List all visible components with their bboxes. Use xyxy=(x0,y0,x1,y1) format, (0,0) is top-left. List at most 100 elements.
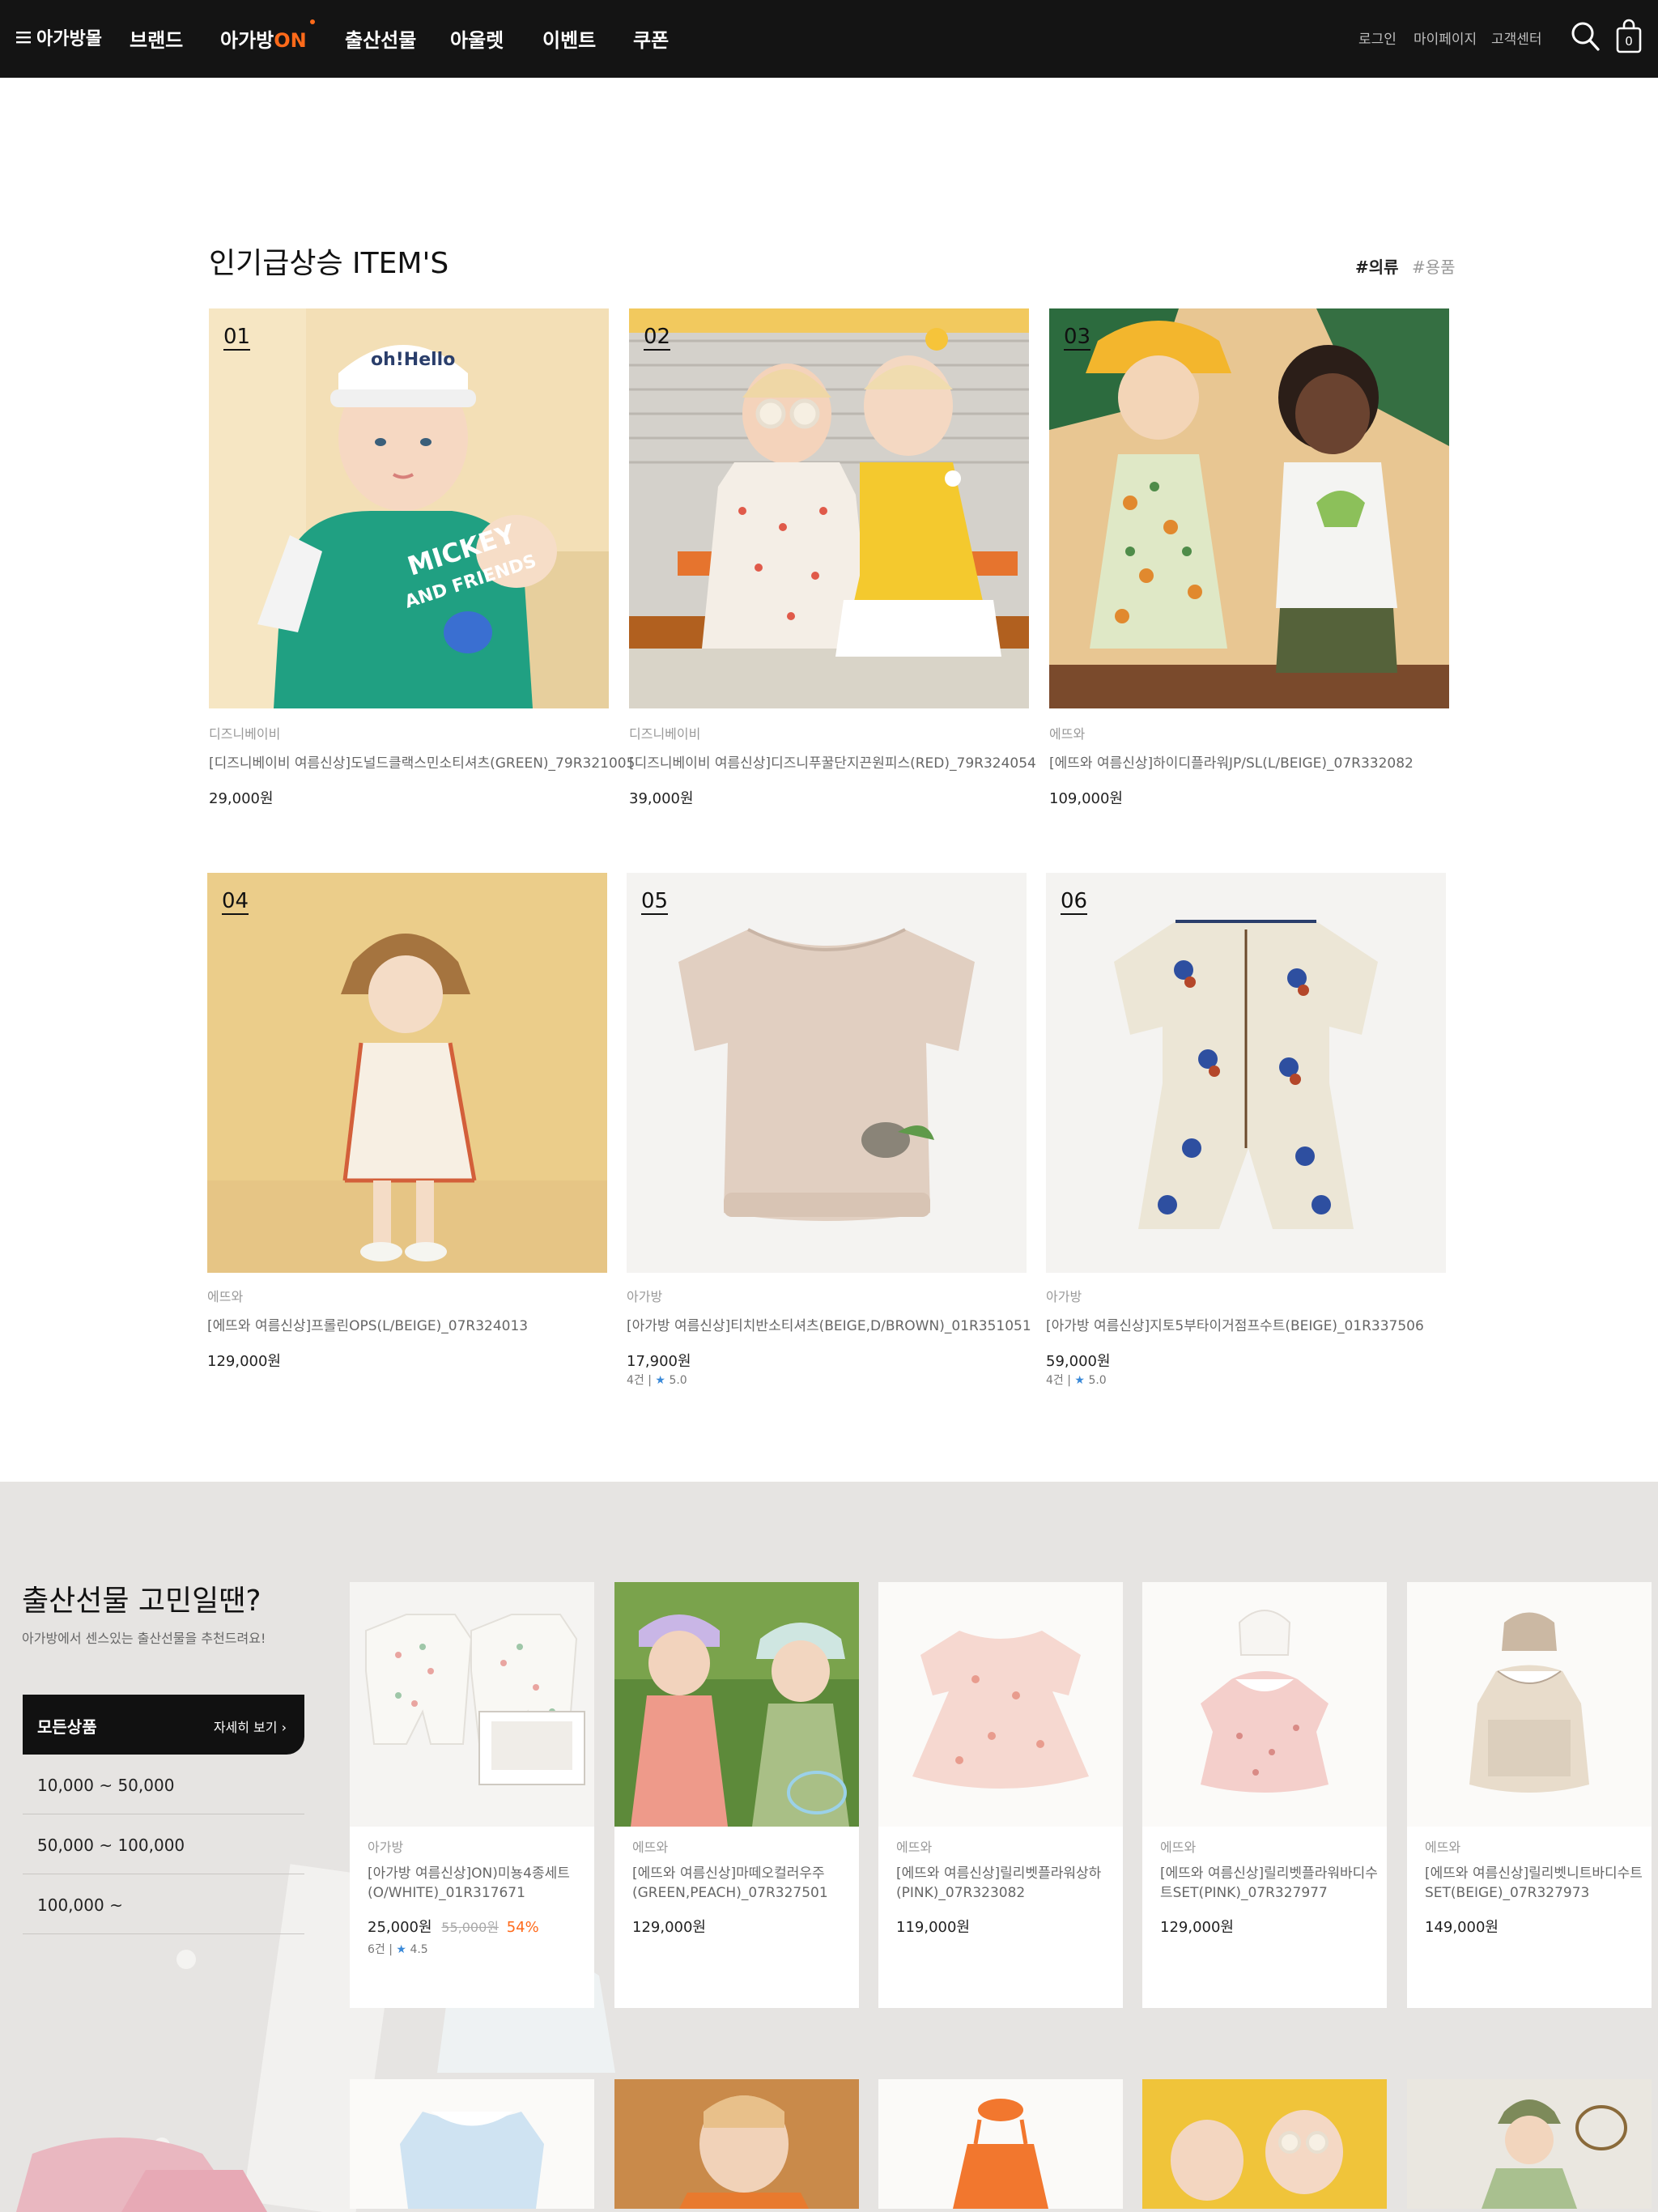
gift-product-image-4[interactable] xyxy=(1142,1582,1387,1827)
product-image-01[interactable]: oh!Hello MICKEY AND FRIENDS 01 xyxy=(209,308,609,708)
star-icon: ★ xyxy=(655,1374,665,1387)
tag-clothing[interactable]: #의류 xyxy=(1355,254,1399,278)
product-brand: 아가방 xyxy=(627,1289,663,1304)
nav-item-birth-gift[interactable]: 출산선물 xyxy=(345,24,416,53)
gift-product-name[interactable]: [에뜨와 여름신상]릴리벳니트바디수트SET(BEIGE)_07R327973 xyxy=(1425,1864,1643,1903)
nav-item-brand[interactable]: 브랜드 xyxy=(130,24,183,53)
search-icon[interactable] xyxy=(1571,21,1600,52)
product-brand: 아가방 xyxy=(1046,1289,1082,1304)
gift-product-price: 129,000원 xyxy=(632,1919,706,1936)
product-name[interactable]: [에뜨와 여름신상]프롤린OPS(L/BEIGE)_07R324013 xyxy=(207,1314,528,1334)
product-card-06[interactable]: 06 아가방 [아가방 여름신상]지토5부타이거점프수트(BEIGE)_01R3… xyxy=(1046,873,1446,1391)
product-name[interactable]: [디즈니베이비 여름신상]디즈니푸꿀단지끈원피스(RED)_79R324054 xyxy=(629,751,1036,772)
rank-number: 03 xyxy=(1064,325,1091,351)
review-summary: 6건 | ★ 4.5 xyxy=(368,1943,428,1956)
gift-product-image-1[interactable] xyxy=(350,1582,594,1827)
product-card-03[interactable]: 03 에뜨와 [에뜨와 여름신상]하이디플라워JP/SL(L/BEIGE)_07… xyxy=(1049,308,1449,810)
product-image-03[interactable]: 03 xyxy=(1049,308,1449,708)
filter-range-2[interactable]: 50,000 ~ 100,000 xyxy=(23,1814,304,1874)
view-more-link[interactable]: 자세히 보기 › xyxy=(214,1716,287,1736)
gift-product-card-5[interactable]: 에뜨와 [에뜨와 여름신상]릴리벳니트바디수트SET(BEIGE)_07R327… xyxy=(1407,1582,1652,2008)
product-brand: 디즈니베이비 xyxy=(629,726,701,742)
gift-product-name[interactable]: [에뜨와 여름신상]릴리벳플라워바디수트SET(PINK)_07R327977 xyxy=(1160,1864,1379,1903)
mypage-link[interactable]: 마이페이지 xyxy=(1414,28,1477,48)
nav-item-on-label: ON xyxy=(274,29,307,52)
discount-rate: 54% xyxy=(506,1919,539,1936)
gift-product-card-7[interactable] xyxy=(614,2079,859,2209)
star-icon: ★ xyxy=(1074,1374,1085,1387)
review-summary: 4건 | ★ 5.0 xyxy=(1046,1374,1107,1387)
gift-product-price: 119,000원 xyxy=(896,1919,970,1936)
product-image-04[interactable]: 04 xyxy=(207,873,607,1273)
nav-item-agabang-label: 아가방 xyxy=(220,29,274,52)
gift-product-brand: 에뜨와 xyxy=(896,1840,933,1855)
nav-item-outlet[interactable]: 아울렛 xyxy=(450,24,504,53)
gift-product-price: 25,000원 55,000원 54% xyxy=(368,1916,539,1937)
review-count: 6건 xyxy=(368,1943,385,1956)
product-price: 109,000원 xyxy=(1049,790,1123,807)
rank-number: 05 xyxy=(641,889,669,915)
product-brand: 에뜨와 xyxy=(207,1289,244,1304)
gift-section-subtitle: 아가방에서 센스있는 출산선물을 추천드려요! xyxy=(22,1631,266,1646)
gift-section-title: 출산선물 고민일땐? xyxy=(22,1585,261,1618)
product-name[interactable]: [에뜨와 여름신상]하이디플라워JP/SL(L/BEIGE)_07R332082 xyxy=(1049,751,1414,772)
login-link[interactable]: 로그인 xyxy=(1358,28,1397,48)
view-more-label: 자세히 보기 xyxy=(213,1720,278,1735)
product-name[interactable]: [디즈니베이비 여름신상]도널드클랙스민소티셔츠(GREEN)_79R32100… xyxy=(209,751,635,772)
gift-product-brand: 에뜨와 xyxy=(1425,1840,1461,1855)
new-dot-indicator xyxy=(309,19,315,24)
birth-gift-section: 출산선물 고민일땐? 아가방에서 센스있는 출산선물을 추천드려요! 모든상품 … xyxy=(0,1482,1658,2212)
nav-item-event[interactable]: 이벤트 xyxy=(542,24,596,53)
gift-product-name[interactable]: [아가방 여름신상]ON)미뇽4종세트(O/WHITE)_01R317671 xyxy=(368,1864,586,1903)
site-menu-label: 아가방몰 xyxy=(36,29,102,49)
review-count: 4건 xyxy=(627,1374,644,1387)
product-name[interactable]: [아가방 여름신상]티치반소티셔츠(BEIGE,D/BROWN)_01R3510… xyxy=(627,1314,1031,1334)
gift-product-card-1[interactable]: 아가방 [아가방 여름신상]ON)미뇽4종세트(O/WHITE)_01R3176… xyxy=(350,1582,594,2008)
hamburger-icon xyxy=(16,30,31,45)
review-rating: 4.5 xyxy=(410,1943,428,1956)
gift-product-card-10[interactable] xyxy=(1407,2079,1652,2209)
svg-text:oh!Hello: oh!Hello xyxy=(371,350,455,370)
star-icon: ★ xyxy=(396,1943,406,1956)
filter-range-1[interactable]: 10,000 ~ 50,000 xyxy=(23,1755,304,1814)
product-name[interactable]: [아가방 여름신상]지토5부타이거점프수트(BEIGE)_01R337506 xyxy=(1046,1314,1424,1334)
filter-range-3[interactable]: 100,000 ~ xyxy=(23,1874,304,1934)
rank-number: 02 xyxy=(644,325,671,351)
review-count: 4건 xyxy=(1046,1374,1064,1387)
product-price: 29,000원 xyxy=(209,790,274,807)
product-image-05[interactable]: 05 xyxy=(627,873,1027,1273)
product-image-02[interactable]: 02 xyxy=(629,308,1029,708)
product-price: 39,000원 xyxy=(629,790,694,807)
product-card-04[interactable]: 04 에뜨와 [에뜨와 여름신상]프롤린OPS(L/BEIGE)_07R3240… xyxy=(207,873,607,1391)
product-image-06[interactable]: 06 xyxy=(1046,873,1446,1273)
review-summary: 4건 | ★ 5.0 xyxy=(627,1374,687,1387)
product-card-05[interactable]: 05 아가방 [아가방 여름신상]티치반소티셔츠(BEIGE,D/BROWN)_… xyxy=(627,873,1031,1391)
gift-product-image-5[interactable] xyxy=(1407,1582,1652,1827)
gift-product-name[interactable]: [에뜨와 여름신상]릴리벳플라워상하(PINK)_07R323082 xyxy=(896,1864,1115,1903)
gift-product-card-3[interactable]: 에뜨와 [에뜨와 여름신상]릴리벳플라워상하(PINK)_07R323082 1… xyxy=(878,1582,1123,2008)
product-card-02[interactable]: 02 디즈니베이비 [디즈니베이비 여름신상]디즈니푸꿀단지끈원피스(RED)_… xyxy=(629,308,1036,810)
nav-item-coupon[interactable]: 쿠폰 xyxy=(633,24,669,53)
product-brand: 에뜨와 xyxy=(1049,726,1086,742)
nav-item-agabang-on[interactable]: 아가방ON xyxy=(220,19,315,53)
shopping-bag-icon[interactable]: 0 xyxy=(1616,18,1642,53)
gift-product-card-8[interactable] xyxy=(878,2079,1123,2209)
gift-product-card-2[interactable]: 에뜨와 [에뜨와 여름신상]마떼오컬러우주(GREEN,PEACH)_07R32… xyxy=(614,1582,859,2008)
customer-center-link[interactable]: 고객센터 xyxy=(1491,28,1542,48)
gift-product-image-3[interactable] xyxy=(878,1582,1123,1827)
rank-number: 01 xyxy=(223,325,251,351)
filter-all-products[interactable]: 모든상품 자세히 보기 › xyxy=(23,1695,304,1755)
tag-goods[interactable]: #용품 xyxy=(1412,254,1456,278)
rank-number: 06 xyxy=(1061,889,1088,915)
product-card-01[interactable]: oh!Hello MICKEY AND FRIENDS 01 디즈니베이비 [디… xyxy=(209,308,635,810)
cart-count-badge: 0 xyxy=(1625,34,1633,49)
gift-product-image-2[interactable] xyxy=(614,1582,859,1827)
gift-product-name[interactable]: [에뜨와 여름신상]마떼오컬러우주(GREEN,PEACH)_07R327501 xyxy=(632,1864,851,1903)
rank-number: 04 xyxy=(222,889,249,915)
gift-product-brand: 아가방 xyxy=(368,1840,404,1855)
gift-product-card-9[interactable] xyxy=(1142,2079,1387,2209)
gift-product-card-4[interactable]: 에뜨와 [에뜨와 여름신상]릴리벳플라워바디수트SET(PINK)_07R327… xyxy=(1142,1582,1387,2008)
product-price: 59,000원 xyxy=(1046,1353,1111,1370)
popular-section-title: 인기급상승 ITEM'S xyxy=(209,247,449,280)
gift-product-card-6[interactable] xyxy=(350,2079,594,2209)
